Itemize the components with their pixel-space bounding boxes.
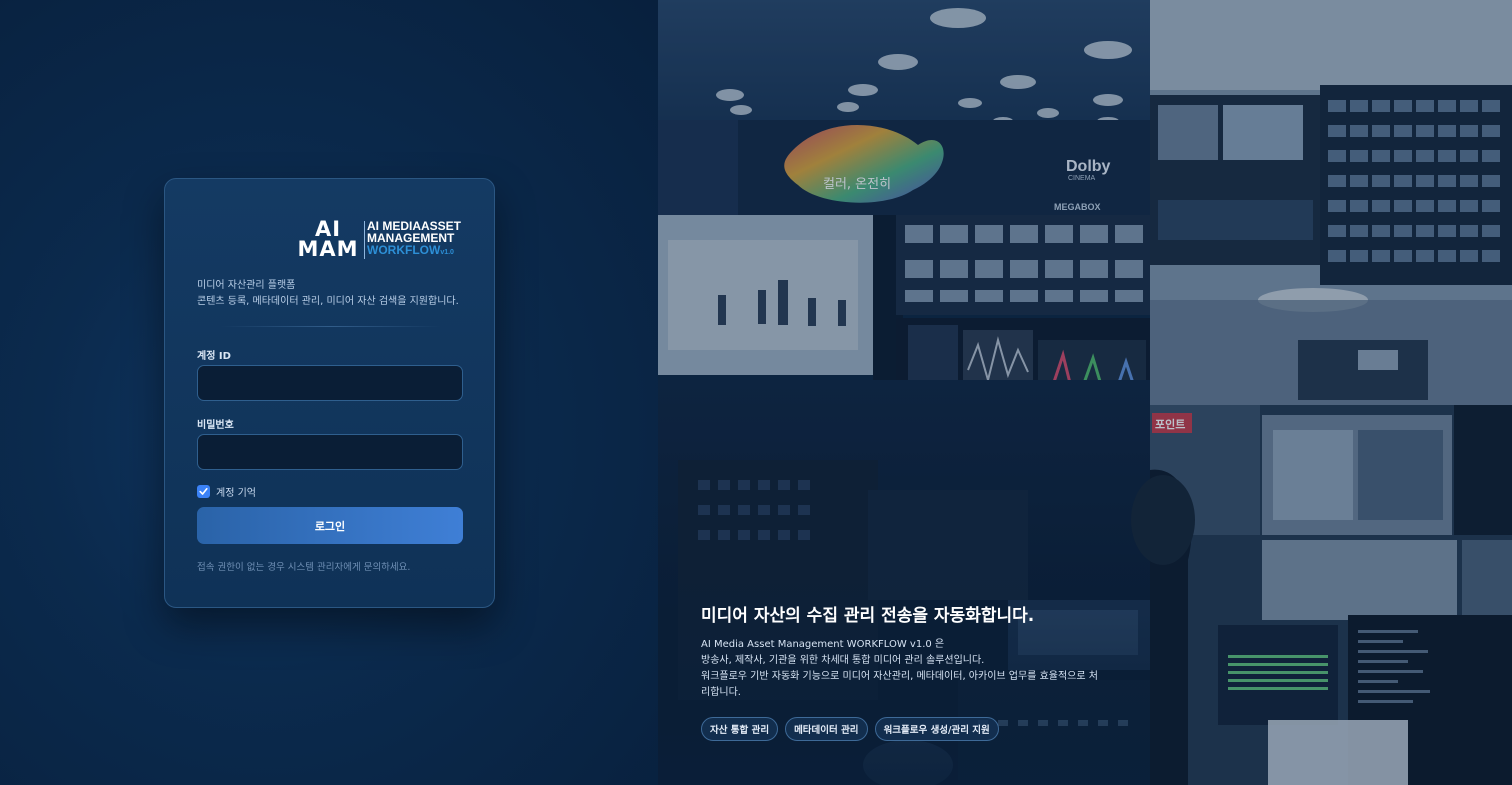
hero-desc-line3: 워크플로우 기반 자동화 기능으로 미디어 자산관리, 메타데이터, 아카이브 … xyxy=(701,671,1098,682)
remember-label: 계정 기억 xyxy=(216,487,256,499)
feature-chips: 자산 통합 관리 메타데이터 관리 워크플로우 생성/관리 지원 xyxy=(701,717,999,741)
intro-title: 미디어 자산관리 플랫폼 xyxy=(197,280,296,291)
chip-asset-management: 자산 통합 관리 xyxy=(701,717,779,741)
hero-desc-line2: 방송사, 제작사, 기관을 위한 차세대 통합 미디어 관리 솔루션입니다. xyxy=(701,655,985,666)
logo-version: v1.0 xyxy=(440,249,454,256)
hero-desc-line4: 리합니다. xyxy=(701,687,741,698)
logo-mark-line2: MAM xyxy=(297,237,359,261)
help-text: 접속 권한이 없는 경우 시스템 관리자에게 문의하세요. xyxy=(197,562,411,573)
logo: AI MAM AI MEDIAASSET MANAGEMENT WORKFLOW… xyxy=(294,219,466,263)
left-pane: AI MAM AI MEDIAASSET MANAGEMENT WORKFLOW… xyxy=(0,0,658,785)
login-card: AI MAM AI MEDIAASSET MANAGEMENT WORKFLOW… xyxy=(164,178,495,608)
hero-title: 미디어 자산의 수집 관리 전송을 자동화합니다. xyxy=(701,606,1035,626)
chip-metadata-management: 메타데이터 관리 xyxy=(785,717,868,741)
check-icon xyxy=(199,487,208,495)
login-button[interactable]: 로그인 xyxy=(197,507,463,544)
hero-panel: 컬러, 온전히 Dolby CINEMA MEGABOX 포인트 미디어 자산의… xyxy=(658,0,1512,785)
logo-divider xyxy=(364,221,365,259)
intro: 미디어 자산관리 플랫폼 콘텐츠 등록, 메타데이터 관리, 미디어 자산 검색… xyxy=(197,279,467,309)
password-label: 비밀번호 xyxy=(197,420,234,431)
hero-description: AI Media Asset Management WORKFLOW v1.0 … xyxy=(701,637,1121,701)
hero-text: 미디어 자산의 수집 관리 전송을 자동화합니다. AI Media Asset… xyxy=(701,604,1121,701)
logo-workflow: WORKFLOW xyxy=(367,243,441,257)
id-label: 계정 ID xyxy=(197,351,231,362)
intro-description: 콘텐츠 등록, 메타데이터 관리, 미디어 자산 검색을 지원합니다. xyxy=(197,296,459,307)
remember-checkbox[interactable] xyxy=(197,484,210,498)
hero-desc-line1: AI Media Asset Management WORKFLOW v1.0 … xyxy=(701,639,945,650)
chip-workflow-management: 워크플로우 생성/관리 지원 xyxy=(874,717,999,741)
divider xyxy=(221,326,441,327)
remember-row[interactable]: 계정 기억 xyxy=(197,484,256,499)
logo-mark-line1: AI xyxy=(314,217,342,241)
id-input[interactable] xyxy=(197,365,463,401)
logo-text: AI MEDIAASSET MANAGEMENT WORKFLOWv1.0 xyxy=(367,220,467,259)
logo-mark: AI MAM xyxy=(294,217,362,261)
password-input[interactable] xyxy=(197,434,463,470)
logo-text-line3: WORKFLOWv1.0 xyxy=(367,244,467,259)
